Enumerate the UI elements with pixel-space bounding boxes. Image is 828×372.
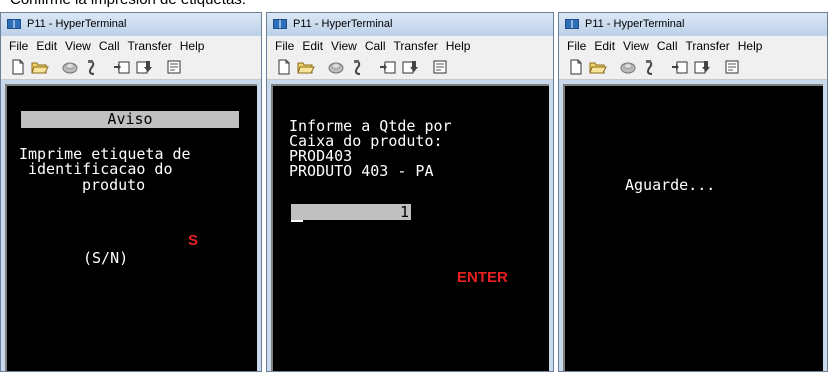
title-bar[interactable]: P11 - HyperTerminal xyxy=(267,13,553,36)
screen-prompt: (S/N) xyxy=(83,249,129,267)
window-title: P11 - HyperTerminal xyxy=(293,18,393,30)
annotation-s: S xyxy=(188,232,199,249)
app-icon xyxy=(7,19,21,29)
toolbar xyxy=(267,55,553,80)
connect-icon[interactable] xyxy=(347,58,369,76)
menu-call[interactable]: Call xyxy=(95,39,124,53)
menu-view[interactable]: View xyxy=(619,39,653,53)
caption: Confirme la impresión de etiquetas. xyxy=(10,0,246,8)
hyperterminal-window-3: P11 - HyperTerminal File Edit View Call … xyxy=(558,12,828,372)
menu-help[interactable]: Help xyxy=(442,39,475,53)
menu-bar: File Edit View Call Transfer Help xyxy=(267,36,553,55)
screen-line-2: identificacao do xyxy=(28,160,173,178)
app-icon xyxy=(565,19,579,29)
connect-icon[interactable] xyxy=(81,58,103,76)
annotation-enter: ENTER xyxy=(457,269,508,286)
menu-help[interactable]: Help xyxy=(734,39,767,53)
disconnect-icon[interactable] xyxy=(59,58,81,76)
open-icon[interactable] xyxy=(29,58,51,76)
terminal-screen[interactable]: Informe a Qtde por Caixa do produto: PRO… xyxy=(271,84,549,371)
receive-icon[interactable] xyxy=(691,58,713,76)
menu-help[interactable]: Help xyxy=(176,39,209,53)
menu-transfer[interactable]: Transfer xyxy=(682,39,734,53)
screen-header: Aviso xyxy=(21,111,239,128)
menu-file[interactable]: File xyxy=(271,39,298,53)
terminal-screen[interactable]: Aviso Imprime etiqueta de identificacao … xyxy=(5,84,257,371)
window-title: P11 - HyperTerminal xyxy=(27,18,127,30)
new-icon[interactable] xyxy=(273,58,295,76)
menu-file[interactable]: File xyxy=(5,39,32,53)
hyperterminal-window-1: P11 - HyperTerminal File Edit View Call … xyxy=(0,12,262,372)
app-icon xyxy=(273,19,287,29)
menu-view[interactable]: View xyxy=(327,39,361,53)
disconnect-icon[interactable] xyxy=(617,58,639,76)
new-icon[interactable] xyxy=(565,58,587,76)
menu-view[interactable]: View xyxy=(61,39,95,53)
menu-call[interactable]: Call xyxy=(653,39,682,53)
menu-edit[interactable]: Edit xyxy=(590,39,619,53)
menu-edit[interactable]: Edit xyxy=(298,39,327,53)
open-icon[interactable] xyxy=(587,58,609,76)
open-icon[interactable] xyxy=(295,58,317,76)
receive-icon[interactable] xyxy=(399,58,421,76)
properties-icon[interactable] xyxy=(429,58,451,76)
menu-transfer[interactable]: Transfer xyxy=(390,39,442,53)
disconnect-icon[interactable] xyxy=(325,58,347,76)
quantity-input[interactable]: 1 xyxy=(291,204,411,220)
send-icon[interactable] xyxy=(111,58,133,76)
menu-edit[interactable]: Edit xyxy=(32,39,61,53)
terminal-screen[interactable]: Aguarde... xyxy=(563,84,823,371)
new-icon[interactable] xyxy=(7,58,29,76)
title-bar[interactable]: P11 - HyperTerminal xyxy=(559,13,827,36)
toolbar xyxy=(1,55,261,80)
properties-icon[interactable] xyxy=(163,58,185,76)
menu-transfer[interactable]: Transfer xyxy=(124,39,176,53)
hyperterminal-window-2: P11 - HyperTerminal File Edit View Call … xyxy=(266,12,554,372)
cursor xyxy=(291,220,303,222)
send-icon[interactable] xyxy=(377,58,399,76)
title-bar[interactable]: P11 - HyperTerminal xyxy=(1,13,261,36)
screen-line-1: Aguarde... xyxy=(625,176,716,194)
send-icon[interactable] xyxy=(669,58,691,76)
menu-call[interactable]: Call xyxy=(361,39,390,53)
properties-icon[interactable] xyxy=(721,58,743,76)
window-title: P11 - HyperTerminal xyxy=(585,18,685,30)
receive-icon[interactable] xyxy=(133,58,155,76)
menu-file[interactable]: File xyxy=(563,39,590,53)
menu-bar: File Edit View Call Transfer Help xyxy=(1,36,261,55)
menu-bar: File Edit View Call Transfer Help xyxy=(559,36,827,55)
screen-line-4: PRODUTO 403 - PA xyxy=(289,162,434,180)
connect-icon[interactable] xyxy=(639,58,661,76)
toolbar xyxy=(559,55,827,80)
screen-line-3: produto xyxy=(82,176,146,194)
